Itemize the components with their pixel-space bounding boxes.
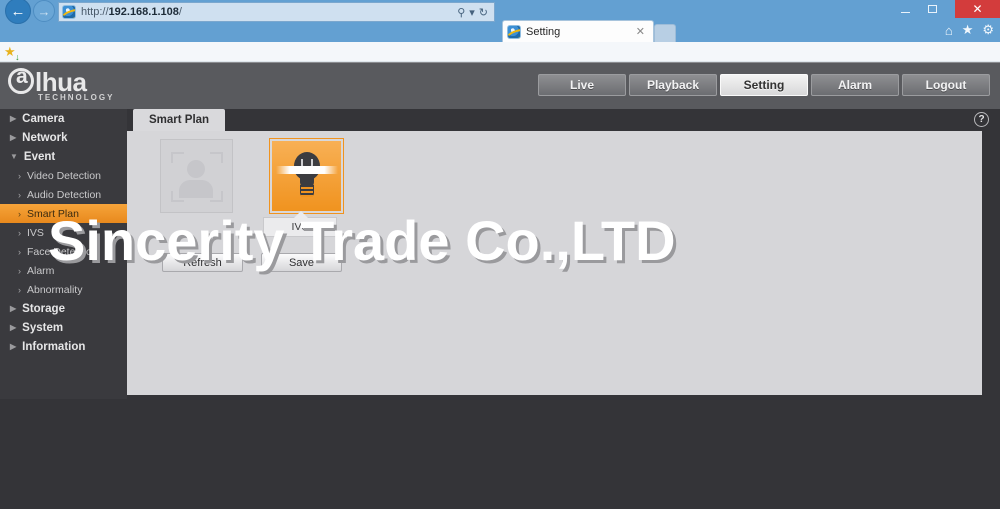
url-suffix: /	[178, 6, 182, 18]
chevron-right-icon: ›	[18, 227, 21, 238]
save-button[interactable]: Save	[261, 253, 342, 272]
sidebar-item-label: Network	[22, 131, 68, 144]
window-minimize-button[interactable]	[892, 0, 919, 18]
sidebar-item-camera[interactable]: ▶ Camera	[0, 109, 127, 128]
chevron-right-icon: ›	[18, 189, 21, 200]
url-text: http://192.168.1.108/	[76, 6, 457, 18]
browser-toolbar-icons: ⌂ ★ ⚙	[945, 18, 994, 42]
tab-title: Setting	[526, 25, 561, 38]
chevron-right-icon: ›	[18, 265, 21, 276]
sidebar-item-ivs[interactable]: › IVS	[0, 223, 127, 242]
sidebar-item-label: Alarm	[27, 264, 55, 277]
sidebar-item-face-detection[interactable]: › Face Detection	[0, 242, 127, 261]
sidebar-item-label: Face Detection	[27, 245, 98, 258]
sidebar-item-system[interactable]: ▶ System	[0, 318, 127, 337]
sidebar-item-label: Abnormality	[27, 283, 83, 296]
selected-tile-label-wrap: IVS	[263, 211, 337, 237]
address-bar-icons: ⚲ ▾ ↻	[457, 6, 491, 19]
sidebar-item-video-detection[interactable]: › Video Detection	[0, 166, 127, 185]
chevron-right-icon: ▶	[10, 323, 17, 332]
device-web-page: lhua TECHNOLOGY Live Playback Setting Al…	[0, 62, 1000, 509]
chevron-right-icon: ▶	[10, 133, 17, 142]
tile-ivs[interactable]	[269, 138, 344, 214]
chevron-right-icon: ▶	[10, 304, 17, 313]
chevron-right-icon: ▶	[10, 342, 17, 351]
window-maximize-button[interactable]	[919, 0, 946, 18]
callout-arrow-icon	[294, 211, 308, 218]
chevron-right-icon: ›	[18, 284, 21, 295]
chevron-right-icon: ›	[18, 246, 21, 257]
sidebar-item-information[interactable]: ▶ Information	[0, 337, 127, 356]
logo-subtitle: TECHNOLOGY	[38, 93, 115, 102]
tab-favicon-icon	[507, 24, 521, 39]
home-icon[interactable]: ⌂	[945, 23, 953, 38]
add-to-favorites-icon[interactable]: ★	[4, 44, 19, 62]
tab-strip: Setting ✕	[0, 18, 1000, 42]
window-close-button[interactable]: ✕	[955, 0, 1000, 18]
sidebar-item-audio-detection[interactable]: › Audio Detection	[0, 185, 127, 204]
sidebar-item-label: Video Detection	[27, 169, 101, 182]
sidebar-item-storage[interactable]: ▶ Storage	[0, 299, 127, 318]
sidebar-item-smart-plan[interactable]: › Smart Plan	[0, 204, 127, 223]
refresh-icon[interactable]: ↻	[479, 6, 488, 19]
refresh-button[interactable]: Refresh	[162, 253, 243, 272]
sidebar-item-abnormality[interactable]: › Abnormality	[0, 280, 127, 299]
chevron-down-icon: ▼	[10, 152, 18, 161]
nav-button-alarm[interactable]: Alarm	[811, 74, 899, 96]
sidebar-item-event[interactable]: ▼ Event	[0, 147, 127, 166]
chevron-right-icon: ›	[18, 208, 21, 219]
favorites-bar: ★	[0, 42, 1000, 62]
face-detection-icon	[170, 150, 223, 202]
search-icon[interactable]: ⚲	[457, 6, 465, 19]
form-buttons: Refresh Save	[162, 253, 342, 272]
chevron-right-icon: ›	[18, 170, 21, 181]
smart-plan-tiles	[160, 138, 344, 214]
sidebar-menu: ▶ Camera ▶ Network ▼ Event › Video Detec…	[0, 109, 127, 399]
sidebar-item-label: System	[22, 321, 64, 334]
content-area: Smart Plan ? IVS Refresh Save	[127, 109, 1000, 399]
url-host: 192.168.1.108	[108, 6, 179, 18]
sidebar-item-label: Information	[22, 340, 86, 353]
dahua-logo: lhua	[8, 65, 87, 97]
browser-tab-setting[interactable]: Setting ✕	[502, 20, 654, 42]
chevron-right-icon: ▶	[10, 114, 17, 123]
selected-tile-label: IVS	[263, 217, 337, 237]
sidebar-item-label: IVS	[27, 226, 44, 239]
chevron-down-icon[interactable]: ▾	[469, 6, 475, 19]
smart-plan-panel: IVS Refresh Save	[127, 131, 982, 395]
tab-smart-plan[interactable]: Smart Plan	[133, 109, 226, 131]
sidebar-item-label: Smart Plan	[27, 207, 79, 220]
forward-arrow-icon: →	[37, 3, 51, 19]
sidebar-item-label: Storage	[22, 302, 65, 315]
help-icon[interactable]: ?	[974, 112, 989, 127]
lightbulb-icon	[275, 148, 338, 204]
new-tab-button[interactable]	[654, 24, 676, 42]
nav-button-logout[interactable]: Logout	[902, 74, 990, 96]
top-navigation: Live Playback Setting Alarm Logout	[538, 74, 990, 96]
url-prefix: http://	[81, 6, 109, 18]
nav-button-playback[interactable]: Playback	[629, 74, 717, 96]
logo-wordmark: lhua	[35, 67, 87, 97]
sidebar-item-network[interactable]: ▶ Network	[0, 128, 127, 147]
sidebar-item-alarm[interactable]: › Alarm	[0, 261, 127, 280]
sidebar-item-label: Event	[23, 150, 56, 163]
gear-icon[interactable]: ⚙	[982, 22, 994, 38]
content-tab-row: Smart Plan	[133, 109, 226, 131]
nav-button-live[interactable]: Live	[538, 74, 626, 96]
back-arrow-icon: ←	[10, 2, 26, 20]
nav-button-setting[interactable]: Setting	[720, 74, 808, 96]
tile-face-detection[interactable]	[160, 139, 233, 213]
sidebar-item-label: Camera	[22, 112, 65, 125]
tab-close-icon[interactable]: ✕	[632, 25, 649, 38]
sidebar-item-label: Audio Detection	[27, 188, 102, 201]
screenshot-root: ✕ ← → http://192.168.1.108/ ⚲ ▾ ↻ Settin…	[0, 0, 1000, 509]
logo-at-mark-icon	[8, 65, 34, 94]
device-header: lhua TECHNOLOGY Live Playback Setting Al…	[0, 62, 1000, 109]
favorites-star-icon[interactable]: ★	[962, 22, 974, 38]
internet-explorer-icon	[62, 5, 76, 19]
